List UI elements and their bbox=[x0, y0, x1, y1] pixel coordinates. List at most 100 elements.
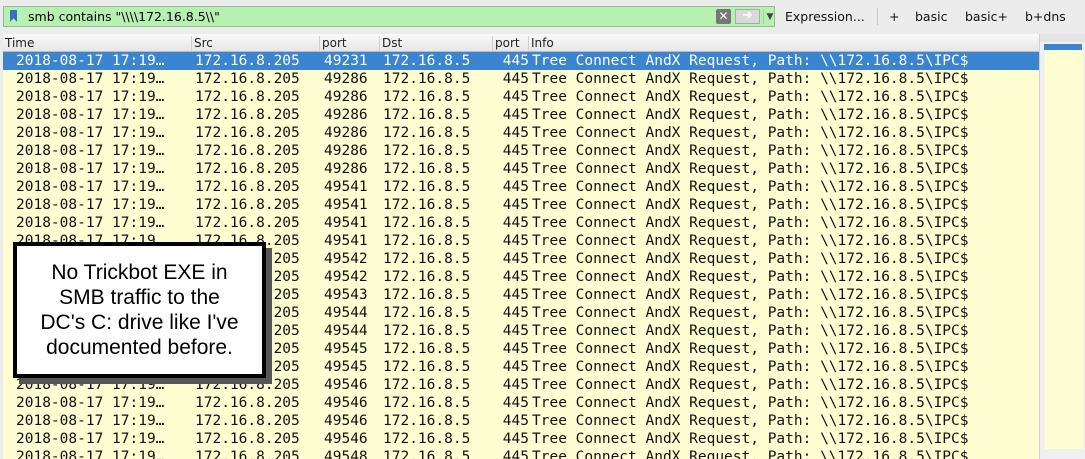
packet-dst-port: 445 bbox=[502, 125, 529, 141]
packet-dst-port: 445 bbox=[502, 107, 529, 123]
vertical-scrollbar[interactable] bbox=[1039, 34, 1085, 459]
packet-src: 172.16.8.205 bbox=[195, 395, 300, 411]
packet-dst: 172.16.8.5 bbox=[383, 161, 471, 177]
packet-src-port: 49286 bbox=[324, 107, 368, 123]
display-filter-text[interactable]: smb contains "\\\\172.16.8.5\\" bbox=[28, 9, 220, 24]
packet-dst-port: 445 bbox=[502, 341, 529, 357]
add-filter-button[interactable]: + bbox=[889, 9, 899, 24]
packet-dst-port: 445 bbox=[502, 431, 529, 447]
packet-src-port: 49544 bbox=[324, 305, 368, 321]
packet-dst-port: 445 bbox=[502, 233, 529, 249]
packet-row[interactable]: 2018-08-17 17:19… 172.16.8.205 49541 172.16… bbox=[3, 196, 1039, 214]
column-src-port[interactable]: port bbox=[319, 36, 379, 51]
packet-row[interactable]: 2018-08-17 17:19… 172.16.8.205 49541 172.16… bbox=[3, 214, 1039, 232]
column-dst-port[interactable]: port bbox=[492, 36, 528, 51]
bookmark-icon[interactable] bbox=[10, 10, 17, 22]
chevron-down-icon[interactable]: ▼ bbox=[763, 10, 776, 24]
packet-dst-port: 445 bbox=[502, 143, 529, 159]
packet-info: Tree Connect AndX Request, Path: \\172.1… bbox=[532, 269, 969, 285]
packet-time: 2018-08-17 17:19… bbox=[16, 377, 165, 393]
packet-dst: 172.16.8.5 bbox=[383, 269, 471, 285]
packet-dst-port: 445 bbox=[502, 377, 529, 393]
column-info[interactable]: Info bbox=[528, 36, 1039, 51]
packet-dst: 172.16.8.5 bbox=[383, 125, 471, 141]
packet-dst: 172.16.8.5 bbox=[383, 449, 471, 459]
filter-button-b-dns[interactable]: b+dns bbox=[1025, 9, 1066, 24]
packet-row[interactable]: 2018-08-17 17:19… 172.16.8.205 49546 172.16… bbox=[3, 430, 1039, 448]
packet-dst: 172.16.8.5 bbox=[383, 341, 471, 357]
packet-row[interactable]: 2018-08-17 17:19… 172.16.8.205 49286 172.16… bbox=[3, 160, 1039, 178]
packet-dst: 172.16.8.5 bbox=[383, 395, 471, 411]
arrow-right-icon[interactable]: ➜ bbox=[735, 9, 760, 24]
packet-info: Tree Connect AndX Request, Path: \\172.1… bbox=[532, 413, 969, 429]
packet-dst: 172.16.8.5 bbox=[383, 107, 471, 123]
packet-info: Tree Connect AndX Request, Path: \\172.1… bbox=[532, 431, 969, 447]
packet-info: Tree Connect AndX Request, Path: \\172.1… bbox=[532, 89, 969, 105]
packet-time: 2018-08-17 17:19… bbox=[16, 125, 165, 141]
packet-src: 172.16.8.205 bbox=[195, 125, 300, 141]
column-time[interactable]: Time bbox=[3, 36, 193, 51]
clear-icon[interactable]: ✕ bbox=[716, 9, 731, 24]
packet-dst: 172.16.8.5 bbox=[383, 287, 471, 303]
expression-button[interactable]: Expression... bbox=[785, 9, 865, 24]
packet-time: 2018-08-17 17:19… bbox=[16, 89, 165, 105]
packet-minimap[interactable] bbox=[1045, 44, 1083, 449]
packet-row[interactable]: 2018-08-17 17:19… 172.16.8.205 49546 172.16… bbox=[3, 376, 1039, 394]
filter-button-basic-plus[interactable]: basic+ bbox=[965, 9, 1008, 24]
display-filter-input[interactable]: smb contains "\\\\172.16.8.5\\" ✕ ➜ ▼ bbox=[3, 6, 775, 27]
annotation-callout: No Trickbot EXE in SMB traffic to the DC… bbox=[13, 242, 266, 378]
packet-row[interactable]: 2018-08-17 17:19… 172.16.8.205 49286 172.16… bbox=[3, 106, 1039, 124]
packet-info: Tree Connect AndX Request, Path: \\172.1… bbox=[532, 125, 969, 141]
packet-dst-port: 445 bbox=[502, 53, 529, 69]
packet-info: Tree Connect AndX Request, Path: \\172.1… bbox=[532, 233, 969, 249]
packet-src-port: 49543 bbox=[324, 287, 368, 303]
packet-row[interactable]: 2018-08-17 17:19… 172.16.8.205 49286 172.16… bbox=[3, 142, 1039, 160]
packet-row[interactable]: 2018-08-17 17:19… 172.16.8.205 49548 172.16… bbox=[3, 448, 1039, 459]
packet-dst: 172.16.8.5 bbox=[383, 377, 471, 393]
packet-row[interactable]: 2018-08-17 17:19… 172.16.8.205 49546 172.16… bbox=[3, 394, 1039, 412]
packet-dst-port: 445 bbox=[502, 359, 529, 375]
packet-dst: 172.16.8.5 bbox=[383, 305, 471, 321]
packet-info: Tree Connect AndX Request, Path: \\172.1… bbox=[532, 197, 969, 213]
packet-dst-port: 445 bbox=[502, 323, 529, 339]
packet-info: Tree Connect AndX Request, Path: \\172.1… bbox=[532, 107, 969, 123]
packet-src: 172.16.8.205 bbox=[195, 377, 300, 393]
packet-info: Tree Connect AndX Request, Path: \\172.1… bbox=[532, 449, 969, 459]
packet-src-port: 49286 bbox=[324, 143, 368, 159]
packet-dst-port: 445 bbox=[502, 197, 529, 213]
scrollbar-selected-marker[interactable] bbox=[1044, 44, 1082, 50]
packet-time: 2018-08-17 17:19… bbox=[16, 71, 165, 87]
packet-row[interactable]: 2018-08-17 17:19… 172.16.8.205 49286 172.16… bbox=[3, 124, 1039, 142]
column-dst[interactable]: Dst bbox=[379, 36, 493, 51]
packet-src-port: 49545 bbox=[324, 341, 368, 357]
packet-src: 172.16.8.205 bbox=[195, 449, 300, 459]
packet-dst-port: 445 bbox=[502, 269, 529, 285]
packet-dst: 172.16.8.5 bbox=[383, 197, 471, 213]
packet-dst-port: 445 bbox=[502, 251, 529, 267]
packet-src-port: 49548 bbox=[324, 449, 368, 459]
packet-dst: 172.16.8.5 bbox=[383, 233, 471, 249]
packet-src-port: 49286 bbox=[324, 161, 368, 177]
filter-toolbar: smb contains "\\\\172.16.8.5\\" ✕ ➜ ▼ Ex… bbox=[0, 0, 1085, 34]
packet-src: 172.16.8.205 bbox=[195, 197, 300, 213]
packet-row[interactable]: 2018-08-17 17:19… 172.16.8.205 49286 172.16… bbox=[3, 88, 1039, 106]
packet-row[interactable]: 2018-08-17 17:19… 172.16.8.205 49541 172.16… bbox=[3, 178, 1039, 196]
toolbar-separator bbox=[877, 8, 878, 25]
packet-row-selected[interactable]: 2018-08-17 17:19… 172.16.8.205 49231 172.16… bbox=[3, 52, 1039, 70]
packet-time: 2018-08-17 17:19… bbox=[16, 53, 165, 69]
packet-time: 2018-08-17 17:19… bbox=[16, 161, 165, 177]
packet-info: Tree Connect AndX Request, Path: \\172.1… bbox=[532, 359, 969, 375]
packet-info: Tree Connect AndX Request, Path: \\172.1… bbox=[532, 143, 969, 159]
packet-dst-port: 445 bbox=[502, 287, 529, 303]
filter-button-basic[interactable]: basic bbox=[915, 9, 947, 24]
packet-row[interactable]: 2018-08-17 17:19… 172.16.8.205 49286 172.16… bbox=[3, 70, 1039, 88]
packet-time: 2018-08-17 17:19… bbox=[16, 395, 165, 411]
column-src[interactable]: Src bbox=[191, 36, 321, 51]
packet-row[interactable]: 2018-08-17 17:19… 172.16.8.205 49546 172.16… bbox=[3, 412, 1039, 430]
packet-dst-port: 445 bbox=[502, 449, 529, 459]
packet-dst-port: 445 bbox=[502, 305, 529, 321]
packet-src: 172.16.8.205 bbox=[195, 413, 300, 429]
packet-time: 2018-08-17 17:19… bbox=[16, 449, 165, 459]
packet-dst: 172.16.8.5 bbox=[383, 215, 471, 231]
packet-time: 2018-08-17 17:19… bbox=[16, 197, 165, 213]
